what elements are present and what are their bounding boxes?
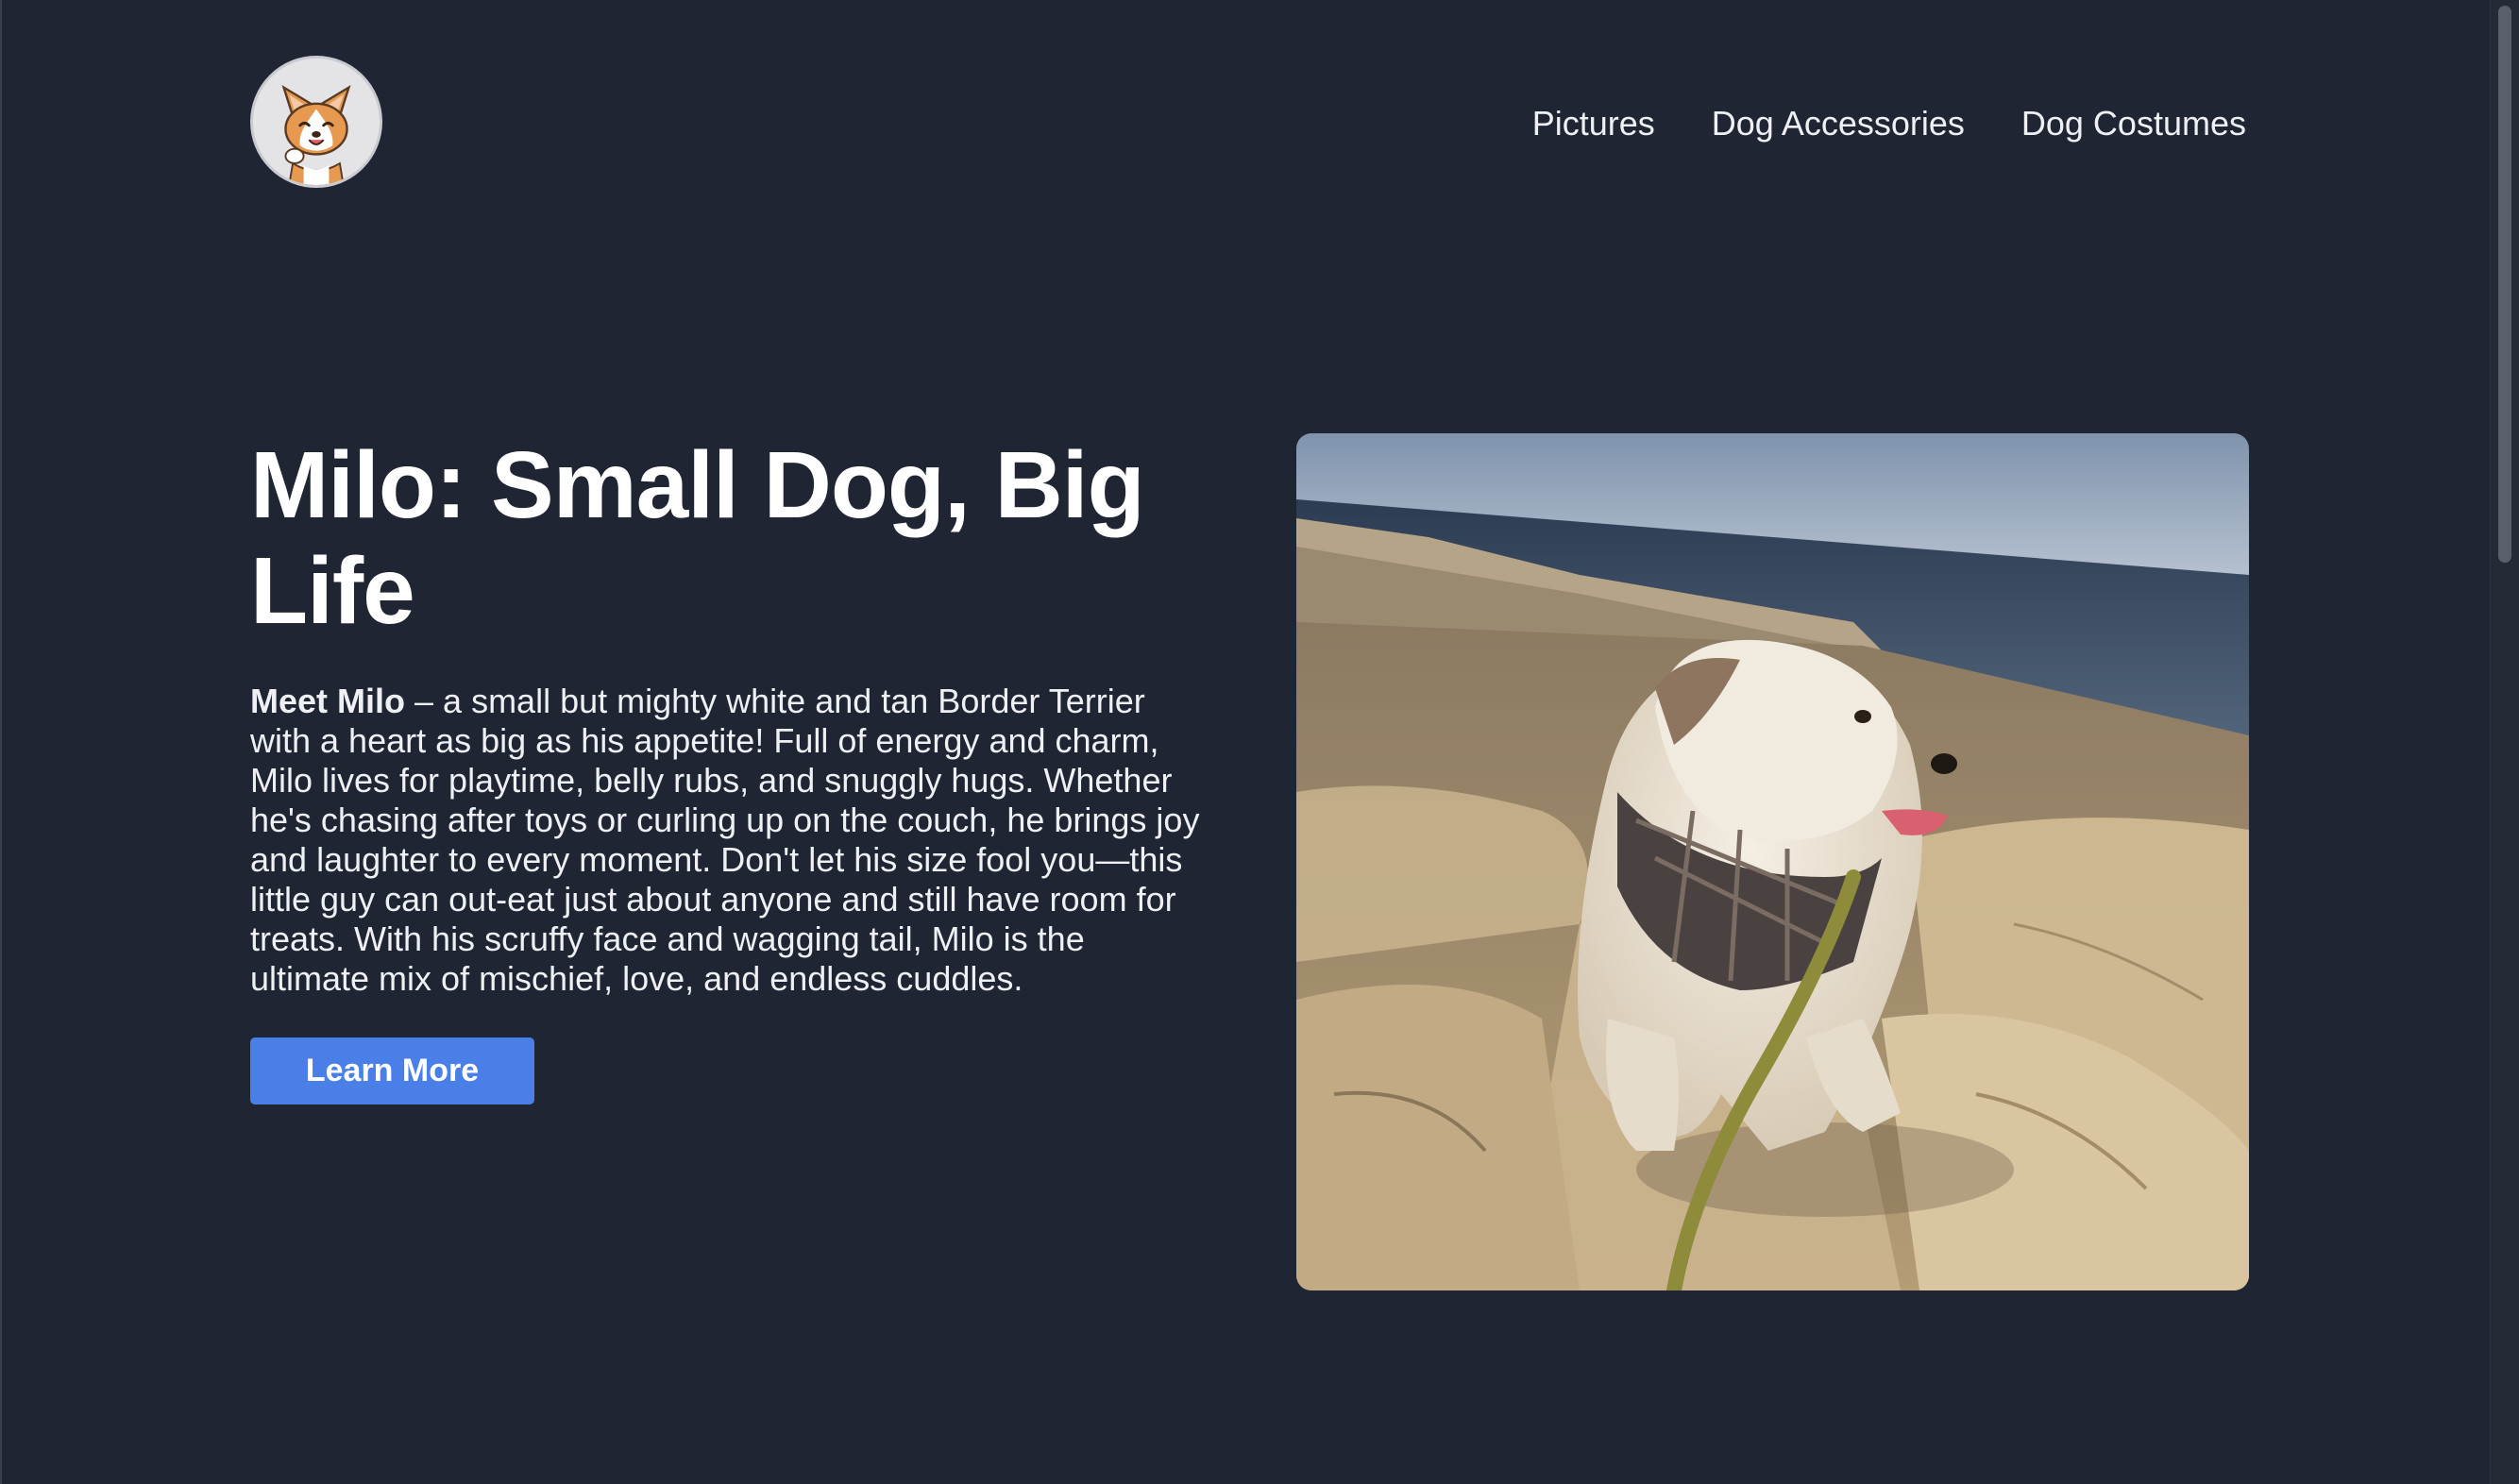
- main-nav: Pictures Dog Accessories Dog Costumes: [1532, 98, 2246, 149]
- page-scrollbar[interactable]: [2490, 0, 2519, 1484]
- page: Pictures Dog Accessories Dog Costumes Mi…: [0, 0, 2519, 1484]
- nav-link-pictures[interactable]: Pictures: [1532, 98, 1655, 149]
- hero-title: Milo: Small Dog, Big Life: [250, 432, 1145, 644]
- hero-intro-bold: Meet Milo: [250, 682, 406, 720]
- corgi-logo-icon[interactable]: [250, 56, 382, 188]
- hero-description: Meet Milo – a small but mighty white and…: [250, 682, 1204, 999]
- scrollbar-thumb[interactable]: [2498, 6, 2511, 563]
- nav-link-dog-costumes[interactable]: Dog Costumes: [2021, 98, 2246, 149]
- nav-link-dog-accessories[interactable]: Dog Accessories: [1712, 98, 1965, 149]
- learn-more-button[interactable]: Learn More: [250, 1037, 534, 1105]
- hero-intro-text: – a small but mighty white and tan Borde…: [250, 682, 1200, 998]
- milo-photo: [1296, 433, 2249, 1290]
